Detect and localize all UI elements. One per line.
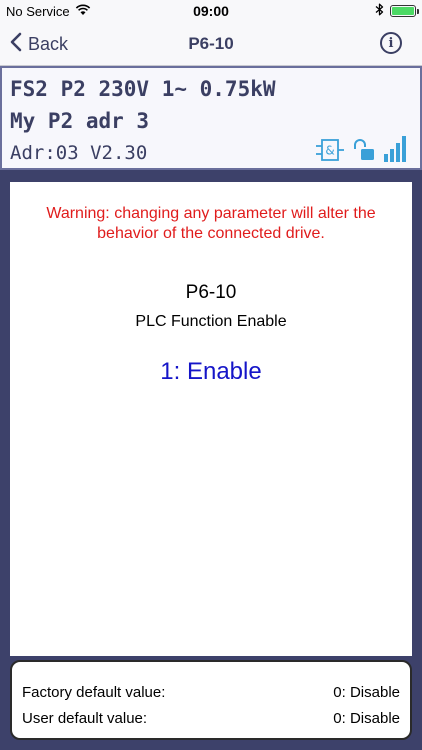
user-default-value: 0: Disable [333, 710, 400, 727]
defaults-panel: Factory default value: 0: Disable User d… [10, 660, 412, 740]
unlocked-icon [352, 138, 376, 167]
drive-address-version: Adr:03 V2.30 [10, 142, 148, 164]
drive-name: My P2 adr 3 [10, 109, 150, 133]
signal-strength-icon [384, 136, 408, 167]
page-title: P6-10 [188, 34, 234, 53]
bluetooth-icon [375, 3, 384, 19]
logic-block-icon: & [316, 138, 344, 167]
warning-message: Warning: changing any parameter will alt… [46, 205, 376, 242]
battery-tip [417, 9, 419, 14]
user-default-row: User default value: 0: Disable [22, 710, 400, 727]
factory-default-label: Factory default value: [22, 684, 166, 701]
content-frame: Warning: changing any parameter will alt… [0, 170, 422, 750]
factory-default-value: 0: Disable [333, 684, 400, 701]
user-default-label: User default value: [22, 710, 148, 727]
status-right [375, 3, 419, 19]
svg-text:&: & [325, 144, 334, 158]
status-time: 09:00 [193, 3, 229, 19]
info-icon: i [388, 35, 394, 51]
factory-default-row: Factory default value: 0: Disable [22, 684, 400, 701]
device-status-icons: & [316, 136, 408, 167]
parameter-card: Warning: changing any parameter will alt… [10, 182, 412, 656]
battery-icon [390, 5, 419, 17]
info-button[interactable]: i [380, 32, 402, 54]
device-header: FS2 P2 230V 1~ 0.75kW My P2 adr 3 Adr:03… [0, 66, 422, 170]
status-bar: No Service 09:00 [0, 0, 422, 22]
parameter-name: PLC Function Enable [135, 313, 287, 330]
navigation-bar: Back P6-10 i [0, 22, 422, 66]
parameter-value-selector[interactable]: 1: Enable [10, 358, 412, 386]
battery-fill [392, 7, 414, 15]
drive-model: FS2 P2 230V 1~ 0.75kW [10, 77, 276, 101]
parameter-code: P6-10 [185, 282, 237, 303]
